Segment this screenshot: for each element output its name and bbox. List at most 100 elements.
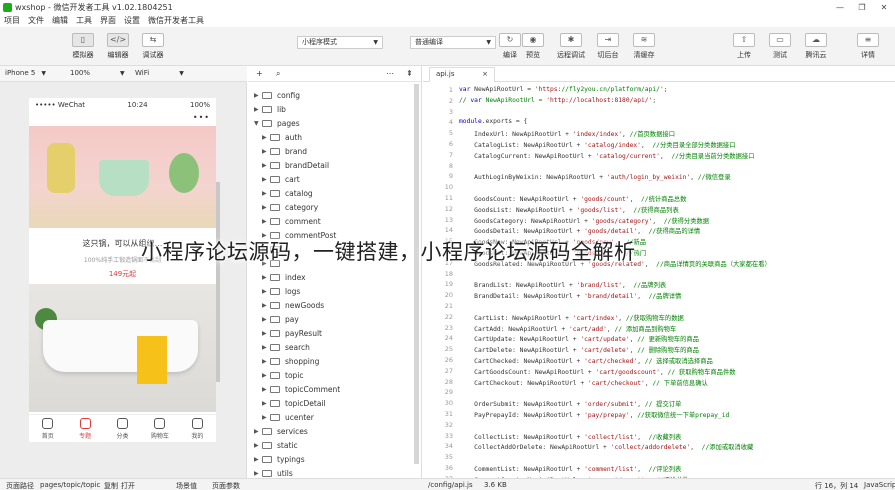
file-tree-item[interactable]: ▶ index [262,270,306,284]
file-tree-item[interactable]: ▶ auth [262,130,302,144]
file-tree-item[interactable]: ▶ typings [254,452,305,466]
test-button[interactable]: ▭ 测试 [762,33,798,60]
file-tree-item[interactable]: ▶ lib [254,102,286,116]
debugger-toggle[interactable]: ⇆ 调试器 [135,33,171,60]
minimize-button[interactable]: — [829,3,851,12]
code-line[interactable]: // var NewApiRootUrl = 'http://localhost… [459,97,656,104]
code-line[interactable]: CartList: NewApiRootUrl + 'cart/index', … [459,313,684,322]
file-tree-item[interactable]: ▶ static [254,438,298,452]
menu-view[interactable]: 界面 [96,15,120,26]
code-line[interactable]: CartDelete: NewApiRootUrl + 'cart/delete… [459,345,699,354]
app-logo-icon [3,2,12,12]
code-line[interactable]: var NewApiRootUrl = 'https://fly2you.cn/… [459,86,668,93]
tab-api-js[interactable]: api.js × [429,67,495,82]
file-tree-item[interactable]: ▶ pay [262,312,299,326]
add-file-icon[interactable]: + [256,69,263,78]
details-button[interactable]: ≡ 详情 [850,33,886,60]
file-tree-item[interactable]: ▼ pages [254,116,300,130]
code-line[interactable]: GoodsCount: NewApiRootUrl + 'goods/count… [459,194,686,203]
main-toolbar: ▯ 模拟器 </> 编辑器 ⇆ 调试器 小程序模式 ▼ 普通编译 ▼ ↻ 编译 … [0,27,895,66]
device-select[interactable]: iPhone 5 ▼ [5,69,46,77]
file-tree-item[interactable]: ▶ comment [262,214,321,228]
close-icon[interactable]: × [482,68,488,81]
code-line[interactable]: CatalogList: NewApiRootUrl + 'catalog/in… [459,140,735,149]
code-line[interactable]: GoodsList: NewApiRootUrl + 'goods/list',… [459,205,679,214]
menu-project[interactable]: 项目 [0,15,24,26]
open-link[interactable]: 打开 [121,481,135,490]
scene-label[interactable]: 场景值 [176,481,197,490]
code-line[interactable]: IndexUrl: NewApiRootUrl + 'index/index',… [459,129,675,138]
remote-debug-button[interactable]: ✱ 远程调试 [553,33,589,60]
switch-background-button[interactable]: ⇥ 切后台 [590,33,626,60]
file-tree-item[interactable]: ▶ search [262,340,310,354]
file-tree-item[interactable]: ▶ shopping [262,354,319,368]
code-line[interactable]: BrandDetail: NewApiRootUrl + 'brand/deta… [459,291,681,300]
menu-settings[interactable]: 设置 [120,15,144,26]
file-tree-item[interactable]: ▶ topic [262,368,304,382]
zoom-select[interactable]: 100% ▼ [70,69,125,77]
network-select[interactable]: WiFi ▼ [135,69,184,77]
code-line[interactable]: OrderSubmit: NewApiRootUrl + 'order/subm… [459,399,681,408]
collapse-icon[interactable]: ⇞ [406,69,413,78]
editor-toggle[interactable]: </> 编辑器 [100,33,136,60]
file-tree-item[interactable]: ▶ config [254,88,300,102]
code-line[interactable]: PayPrepayId: NewApiRootUrl + 'pay/prepay… [459,410,729,419]
search-icon[interactable]: ⌕ [276,69,280,79]
explorer-scrollbar[interactable] [414,84,419,464]
language-mode[interactable]: JavaScript [864,481,895,489]
file-tree-item[interactable]: ▶ topicDetail [262,396,326,410]
page-params-label[interactable]: 页面参数 [212,481,240,490]
file-tree-item[interactable]: ▶ ucenter [262,410,314,424]
code-line[interactable]: GoodsDetail: NewApiRootUrl + 'goods/deta… [459,226,700,235]
code-line[interactable]: GoodsCategory: NewApiRootUrl + 'goods/ca… [459,216,709,225]
code-line[interactable]: CollectAddOrDelete: NewApiRootUrl + 'col… [459,442,753,451]
file-tree-item[interactable]: ▶ payResult [262,326,322,340]
simulator-toggle[interactable]: ▯ 模拟器 [65,33,101,60]
phone-status-bar: ••••• WeChat 10:24 100% [29,98,216,111]
menu-devtools[interactable]: 微信开发者工具 [144,15,208,26]
menu-edit[interactable]: 编辑 [48,15,72,26]
upload-button[interactable]: ⇧ 上传 [726,33,762,60]
file-tree-item[interactable]: ▶ catalog [262,186,313,200]
tab-cart[interactable]: 购物车 [141,415,178,442]
copy-link[interactable]: 复制 [104,481,118,490]
code-line[interactable]: AuthLoginByWeixin: NewApiRootUrl + 'auth… [459,172,730,181]
compile-mode-select[interactable]: 普通编译 ▼ [410,36,496,49]
code-line[interactable]: CartGoodsCount: NewApiRootUrl + 'cart/go… [459,367,735,376]
tab-topic[interactable]: 专题 [66,415,103,442]
code-line[interactable]: BrandList: NewApiRootUrl + 'brand/list',… [459,280,666,289]
code-line[interactable]: CommentList: NewApiRootUrl + 'comment/li… [459,464,681,473]
code-line[interactable]: CollectList: NewApiRootUrl + 'collect/li… [459,432,681,441]
more-icon[interactable]: ⋯ [386,69,394,78]
code-line[interactable]: module.exports = { [459,118,527,125]
close-button[interactable]: ✕ [873,3,895,12]
capsule-menu-icon[interactable]: ••• [193,113,210,122]
code-line[interactable]: CartUpdate: NewApiRootUrl + 'cart/update… [459,334,699,343]
mode-select[interactable]: 小程序模式 ▼ [297,36,383,49]
code-line[interactable]: CartAdd: NewApiRootUrl + 'cart/add', // … [459,324,676,333]
explorer-header: + ⌕ ⋯ ⇞ [248,66,421,82]
code-line[interactable]: CatalogCurrent: NewApiRootUrl + 'catalog… [459,151,754,160]
file-tree-item[interactable]: ▶ logs [262,284,300,298]
clear-cache-button[interactable]: ≋ 清缓存 [626,33,662,60]
maximize-button[interactable]: ❐ [851,3,873,12]
file-tree-item[interactable]: ▶ category [262,200,318,214]
file-tree-item[interactable]: ▶ newGoods [262,298,324,312]
tab-me[interactable]: 我的 [179,415,216,442]
tab-home[interactable]: 首页 [29,415,66,442]
file-tree-item[interactable]: ▶ brandDetail [262,158,329,172]
simulator-scrollbar[interactable] [216,182,220,382]
preview-button[interactable]: ◉ 预览 [515,33,551,60]
file-tree-item[interactable]: ▶ topicComment [262,382,340,396]
tencent-cloud-button[interactable]: ☁ 腾讯云 [798,33,834,60]
code-content[interactable]: 1 var NewApiRootUrl = 'https://fly2you.cn… [423,82,895,478]
menu-file[interactable]: 文件 [24,15,48,26]
details-label: 详情 [861,51,875,59]
code-line[interactable]: CartCheckout: NewApiRootUrl + 'cart/chec… [459,378,708,387]
code-line[interactable]: CartChecked: NewApiRootUrl + 'cart/check… [459,356,713,365]
tab-category[interactable]: 分类 [104,415,141,442]
file-tree-item[interactable]: ▶ cart [262,172,300,186]
menu-tools[interactable]: 工具 [72,15,96,26]
file-tree-item[interactable]: ▶ services [254,424,308,438]
file-tree-item[interactable]: ▶ brand [262,144,307,158]
